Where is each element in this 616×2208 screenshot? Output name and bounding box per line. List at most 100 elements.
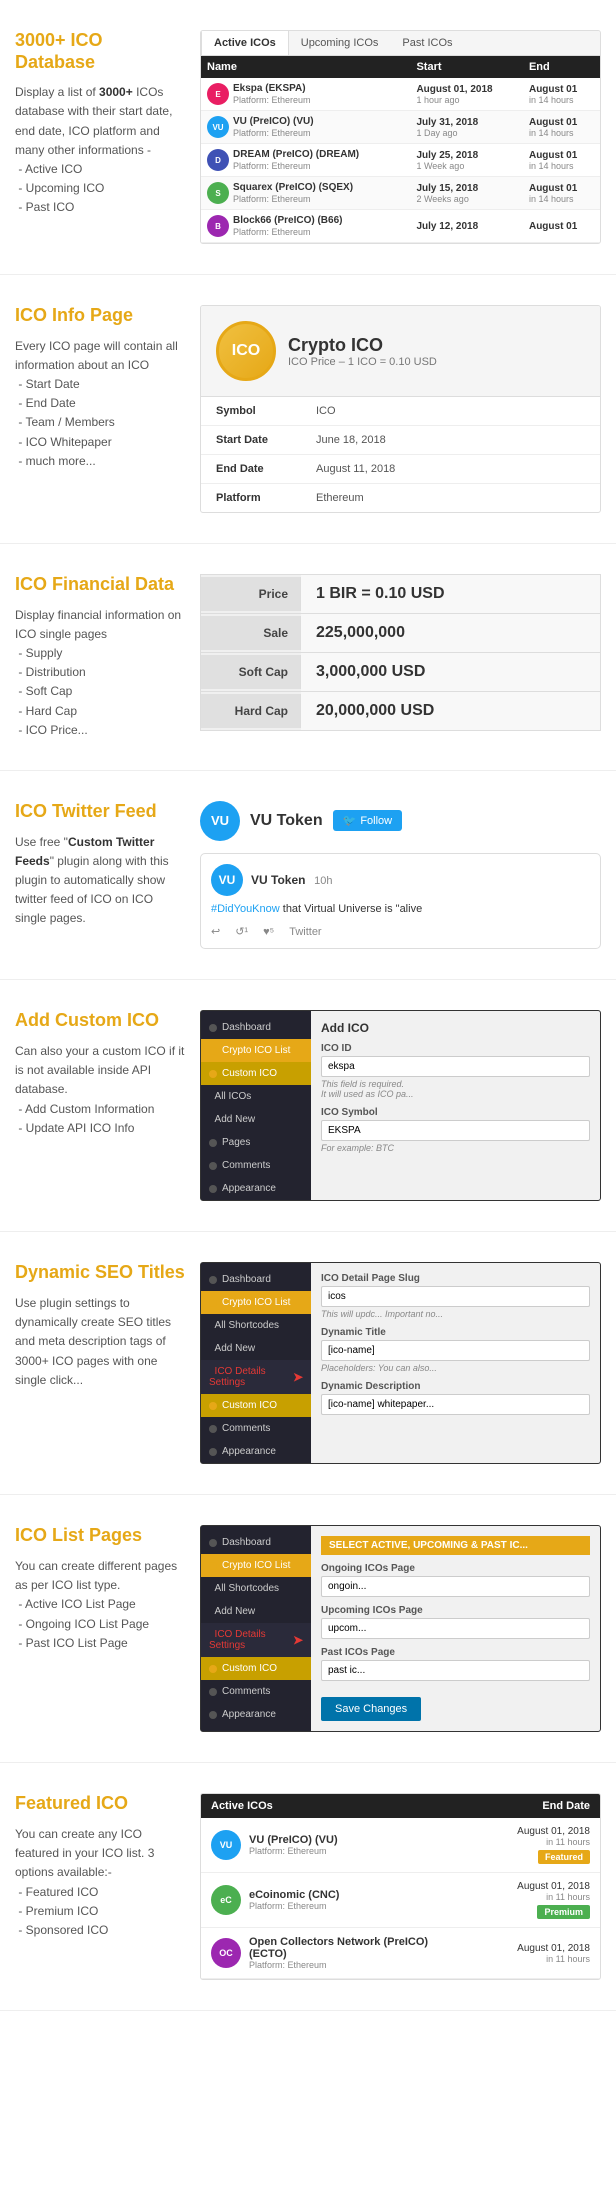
add-ico-title: Add ICO [321,1021,590,1035]
section-list-pages-left: ICO List Pages You can create different … [15,1525,200,1732]
seo-sidebar-comments[interactable]: Comments [201,1417,311,1440]
seo-sidebar-crypto-list[interactable]: Crypto ICO List [201,1291,311,1314]
ico-name-info: Squarex (PreICO) (SQEX) Platform: Ethere… [233,182,353,204]
vu-featured-badge: Featured [538,1850,590,1864]
sidebar-item-add-new[interactable]: Add New [201,1108,311,1131]
featured-desc: You can create any ICO featured in your … [15,1825,185,1940]
ico-logo: D [207,149,229,171]
lp-sidebar-dashboard[interactable]: Dashboard [201,1531,311,1554]
tweet-retweet-icon[interactable]: ↺¹ [235,925,248,938]
tweet-reply-icon[interactable]: ↩ [211,925,220,938]
lp-sidebar-custom-ico[interactable]: Custom ICO [201,1657,311,1680]
ico-id-input[interactable] [321,1056,590,1077]
vu-item-end: August 01, 2018 in 11 hours Featured [470,1826,590,1864]
financial-row-sale: Sale 225,000,000 [201,614,600,653]
ico-symbol-input[interactable] [321,1120,590,1141]
section-database-left: 3000+ ICO Database Display a list of 300… [15,30,200,244]
twitter-follow-button[interactable]: 🐦 Follow [333,810,403,831]
lp-sidebar-crypto-list[interactable]: Crypto ICO List [201,1554,311,1577]
section-seo: Dynamic SEO Titles Use plugin settings t… [0,1232,616,1495]
sidebar-item-pages[interactable]: Pages [201,1131,311,1154]
info-card: ICO Crypto ICO ICO Price – 1 ICO = 0.10 … [200,305,601,513]
section-financial-right: Price 1 BIR = 0.10 USD Sale 225,000,000 … [200,574,601,740]
financial-card: Price 1 BIR = 0.10 USD Sale 225,000,000 … [200,574,601,731]
tweet-actions: ↩ ↺¹ ♥⁵ Twitter [211,925,590,938]
lp-sidebar-add-new[interactable]: Add New [201,1600,311,1623]
custom-ico-icon [209,1070,217,1078]
lp-custom-ico-icon [209,1665,217,1673]
section-featured-left: Featured ICO You can create any ICO feat… [15,1793,200,1980]
list-pages-title: ICO List Pages [15,1525,185,1547]
financial-row-hardcap: Hard Cap 20,000,000 USD [201,692,600,730]
lp-past-input[interactable] [321,1660,590,1681]
seo-sidebar-ico-details[interactable]: ICO Details Settings ➤ [201,1360,311,1394]
lp-arrow-icon: ➤ [293,1633,303,1647]
ico-end-cell: August 01 in 14 hours [523,177,600,210]
sidebar-item-custom-ico[interactable]: Custom ICO [201,1062,311,1085]
ico-name-cell: VU VU (PreICO) (VU) Platform: Ethereum [201,111,410,144]
featured-list: Active ICOs End Date VU VU (PreICO) (VU)… [200,1793,601,1980]
seo-sidebar-all-shortcodes[interactable]: All Shortcodes [201,1314,311,1337]
financial-row-softcap: Soft Cap 3,000,000 USD [201,653,600,692]
lp-sidebar-appearance[interactable]: Appearance [201,1703,311,1726]
ec-premium-badge: Premium [537,1905,590,1919]
financial-title: ICO Financial Data [15,574,185,596]
pages-icon [209,1139,217,1147]
tab-past-icos[interactable]: Past ICOs [390,31,464,55]
twitter-desc: Use free "Custom Twitter Feeds" plugin a… [15,833,185,929]
crypto-ico-name: Crypto ICO [288,335,437,356]
tweet-like-icon[interactable]: ♥⁵ [263,926,274,938]
sidebar-item-dashboard[interactable]: Dashboard [201,1016,311,1039]
seo-sidebar-dashboard[interactable]: Dashboard [201,1268,311,1291]
lp-sidebar-all-shortcodes[interactable]: All Shortcodes [201,1577,311,1600]
seo-sidebar-add-new[interactable]: Add New [201,1337,311,1360]
section-financial: ICO Financial Data Display financial inf… [0,544,616,771]
oc-item-logo: OC [211,1938,241,1968]
lp-sidebar-ico-details[interactable]: ICO Details Settings ➤ [201,1623,311,1657]
crypto-ico-price: ICO Price – 1 ICO = 0.10 USD [288,356,437,368]
lp-upcoming-input[interactable] [321,1618,590,1639]
seo-sidebar-custom-ico[interactable]: Custom ICO [201,1394,311,1417]
lp-ongoing-input[interactable] [321,1576,590,1597]
table-row: VU VU (PreICO) (VU) Platform: Ethereum J… [201,111,600,144]
seo-desc-input[interactable] [321,1394,590,1415]
section-twitter-left: ICO Twitter Feed Use free "Custom Twitte… [15,801,200,950]
section-list-pages-right: Dashboard Crypto ICO List All Shortcodes… [200,1525,601,1732]
appearance-icon [209,1185,217,1193]
tweet-author-row: VU VU Token 10h [211,864,590,896]
sidebar-item-appearance[interactable]: Appearance [201,1177,311,1200]
seo-custom-ico-icon [209,1402,217,1410]
sidebar-item-comments[interactable]: Comments [201,1154,311,1177]
lp-appearance-icon [209,1711,217,1719]
section-custom-ico-right: Dashboard Crypto ICO List Custom ICO All… [200,1010,601,1201]
info-row-symbol: Symbol ICO [201,397,600,426]
save-changes-button[interactable]: Save Changes [321,1697,421,1721]
seo-title-input[interactable] [321,1340,590,1361]
col-end: End [523,56,600,78]
vu-item-info: VU (PreICO) (VU) Platform: Ethereum [249,1834,462,1856]
seo-slug-input[interactable] [321,1286,590,1307]
section-seo-left: Dynamic SEO Titles Use plugin settings t… [15,1262,200,1464]
seo-sidebar-appearance[interactable]: Appearance [201,1440,311,1463]
info-row-start: Start Date June 18, 2018 [201,426,600,455]
ico-tabs: Active ICOs Upcoming ICOs Past ICOs [201,31,600,56]
crypto-ico-logo: ICO [216,321,276,381]
twitter-title: ICO Twitter Feed [15,801,185,823]
database-title: 3000+ ICO Database [15,30,185,73]
ec-item-end: August 01, 2018 in 11 hours Premium [470,1881,590,1919]
seo-comments-icon [209,1425,217,1433]
section-featured-right: Active ICOs End Date VU VU (PreICO) (VU)… [200,1793,601,1980]
sidebar-item-all-icos[interactable]: All ICOs [201,1085,311,1108]
section-seo-right: Dashboard Crypto ICO List All Shortcodes… [200,1262,601,1464]
section-info-left: ICO Info Page Every ICO page will contai… [15,305,200,513]
table-row: E Ekspa (EKSPA) Platform: Ethereum Augus… [201,78,600,111]
section-database-right: Active ICOs Upcoming ICOs Past ICOs Name… [200,30,601,244]
lp-sidebar-comments[interactable]: Comments [201,1680,311,1703]
tab-upcoming-icos[interactable]: Upcoming ICOs [289,31,391,55]
custom-ico-title: Add Custom ICO [15,1010,185,1032]
admin-sidebar-seo: Dashboard Crypto ICO List All Shortcodes… [201,1263,311,1463]
section-twitter: ICO Twitter Feed Use free "Custom Twitte… [0,771,616,981]
tab-active-icos[interactable]: Active ICOs [201,31,289,55]
sidebar-item-crypto-list[interactable]: Crypto ICO List [201,1039,311,1062]
field-ico-symbol: ICO Symbol For example: BTC [321,1107,590,1153]
